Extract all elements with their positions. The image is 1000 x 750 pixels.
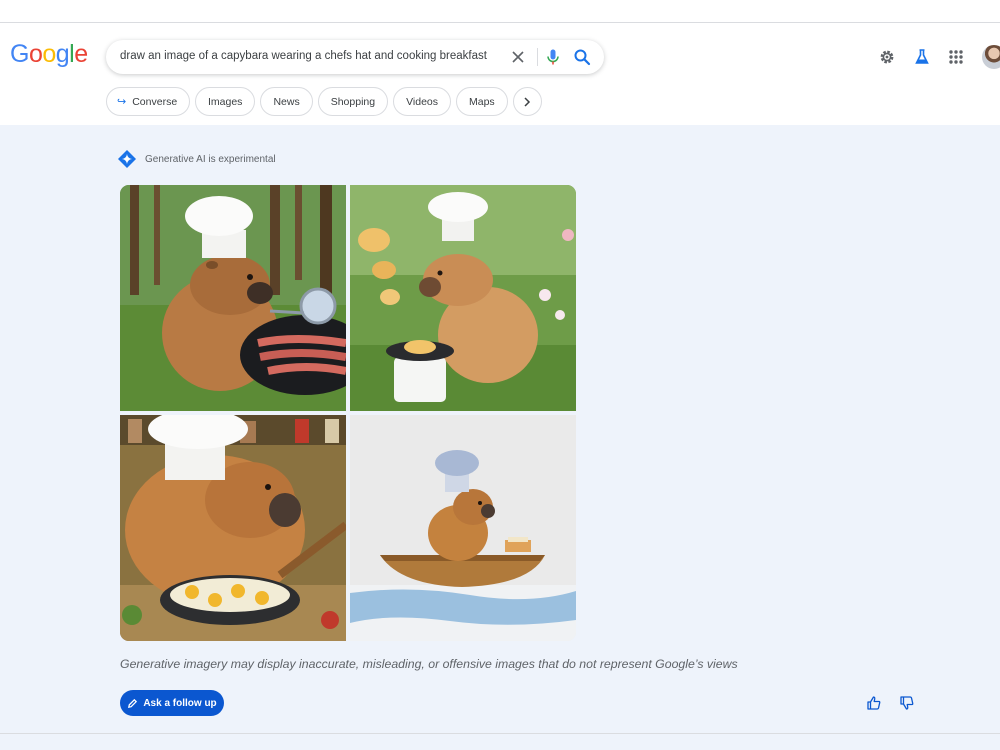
generated-image-1[interactable] <box>120 185 346 411</box>
follow-up-label: Ask a follow up <box>143 697 217 709</box>
settings-icon[interactable] <box>877 47 897 67</box>
ai-experimental-label: Generative AI is experimental <box>118 150 276 168</box>
search-input[interactable]: draw an image of a capybara wearing a ch… <box>120 50 487 62</box>
tab-label: Converse <box>132 95 178 108</box>
search-icon[interactable] <box>572 47 592 67</box>
tab-maps[interactable]: Maps <box>456 87 508 116</box>
tab-videos[interactable]: Videos <box>393 87 451 116</box>
labs-flask-icon[interactable] <box>912 47 932 67</box>
logo-letter: g <box>55 40 70 68</box>
thumbs-up-icon[interactable] <box>866 695 882 711</box>
logo-letter: o <box>28 40 43 68</box>
generated-image-4[interactable] <box>350 415 576 641</box>
tab-label: Maps <box>469 95 495 108</box>
ask-follow-up-button[interactable]: Ask a follow up <box>120 690 224 716</box>
thumbs-down-icon[interactable] <box>899 695 915 711</box>
generated-image-2[interactable] <box>350 185 576 411</box>
avatar[interactable] <box>982 45 1000 69</box>
tab-images[interactable]: Images <box>195 87 256 116</box>
clear-icon[interactable] <box>508 47 528 67</box>
google-logo[interactable]: Google <box>10 40 88 69</box>
bottom-divider <box>0 733 1000 734</box>
ai-label-text: Generative AI is experimental <box>145 153 276 165</box>
converse-arrow-icon: ↪ <box>117 96 127 108</box>
tab-label: Shopping <box>330 95 376 108</box>
logo-letter: G <box>10 40 29 68</box>
apps-grid-icon[interactable] <box>946 47 966 67</box>
logo-letter: e <box>74 40 88 68</box>
tab-converse[interactable]: ↪ Converse <box>106 87 190 116</box>
chevron-right-icon <box>524 96 531 107</box>
gemini-sparkle-icon <box>118 150 136 168</box>
search-bar[interactable]: draw an image of a capybara wearing a ch… <box>106 40 604 74</box>
tab-label: Videos <box>406 95 438 108</box>
ai-disclaimer: Generative imagery may display inaccurat… <box>120 657 738 671</box>
tab-label: News <box>273 95 300 108</box>
microphone-icon[interactable] <box>543 47 563 67</box>
top-divider <box>0 22 1000 23</box>
tab-label: Images <box>208 95 243 108</box>
tab-news[interactable]: News <box>260 87 313 116</box>
search-tabs: ↪ Converse Images News Shopping Videos M… <box>106 87 542 116</box>
generated-images-grid <box>120 185 576 641</box>
generated-image-3[interactable] <box>120 415 346 641</box>
pencil-icon <box>128 698 138 708</box>
more-tabs-button[interactable] <box>512 87 542 116</box>
logo-letter: o <box>42 40 56 68</box>
tab-shopping[interactable]: Shopping <box>317 87 389 116</box>
search-divider <box>537 48 538 66</box>
